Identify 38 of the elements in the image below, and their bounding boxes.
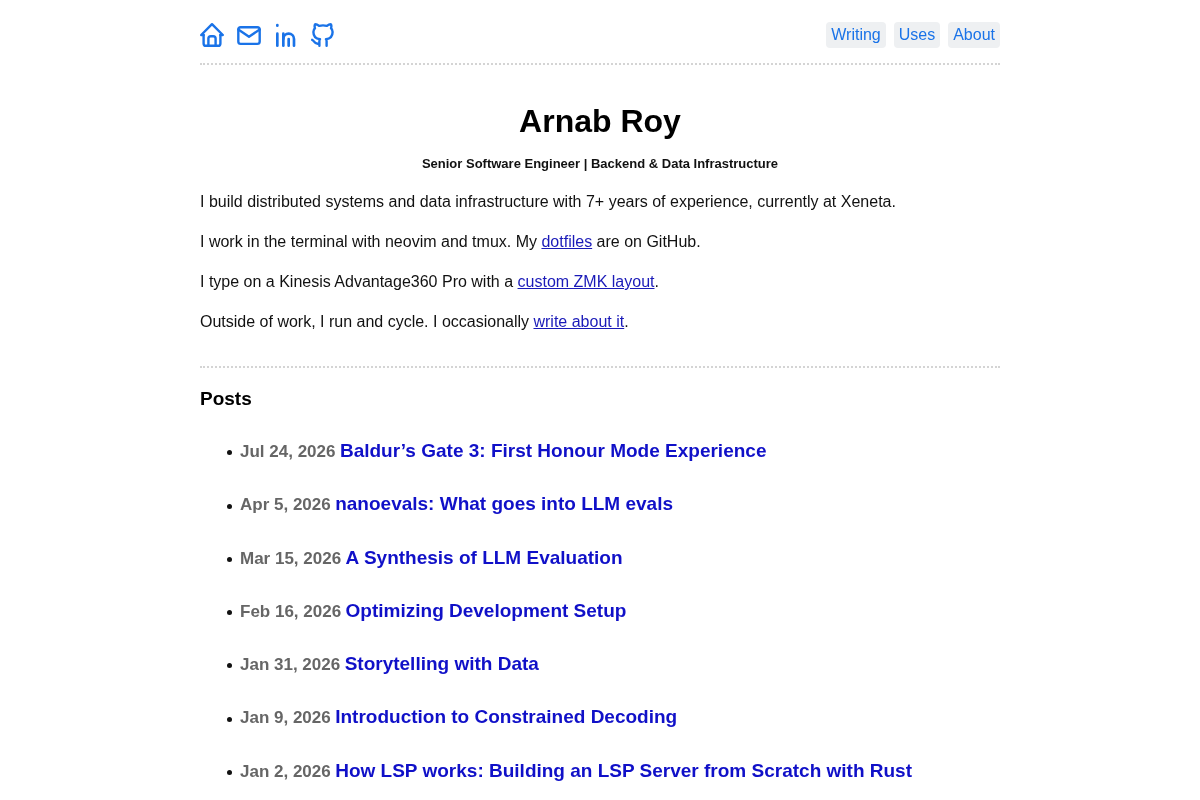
post-link[interactable]: nanoevals: What goes into LLM evals bbox=[335, 493, 674, 515]
nav-link[interactable]: About bbox=[948, 22, 1000, 48]
bullet-icon bbox=[227, 450, 232, 456]
bullet-icon bbox=[227, 556, 232, 562]
page-title: Arnab Roy bbox=[518, 102, 682, 141]
intro-paragraph: I build distributed systems and data infrastructure with 7+ years of experience, currently at Xeneta. bbox=[200, 192, 896, 212]
post-link[interactable]: Introduction to Constrained Decoding bbox=[335, 706, 678, 728]
inline-link[interactable]: custom ZMK layout bbox=[517, 273, 655, 290]
post-date: Apr 5, 2026 bbox=[240, 495, 331, 515]
post-date: Feb 16, 2026 bbox=[240, 601, 342, 621]
nav-link[interactable]: Uses bbox=[893, 22, 941, 48]
bullet-icon bbox=[227, 503, 232, 509]
intro-paragraph: Outside of work, I run and cycle. I occasionally write about it. bbox=[200, 312, 629, 332]
post-date: Jan 31, 2026 bbox=[240, 655, 341, 675]
nav-link[interactable]: Writing bbox=[826, 22, 886, 48]
post-date: Jan 9, 2026 bbox=[240, 708, 331, 728]
bullet-icon bbox=[227, 663, 232, 669]
post-link[interactable]: Optimizing Development Setup bbox=[345, 599, 627, 621]
post-date: Jan 2, 2026 bbox=[240, 761, 331, 781]
bullet-icon bbox=[227, 716, 232, 722]
bullet-icon bbox=[227, 770, 232, 776]
post-link[interactable]: A Synthesis of LLM Evaluation bbox=[345, 546, 623, 568]
mail-icon[interactable] bbox=[237, 25, 261, 45]
github-icon[interactable] bbox=[311, 23, 335, 47]
post-date: Mar 15, 2026 bbox=[240, 548, 342, 568]
tagline: Senior Software Engineer | Backend & Data Infrastructure bbox=[421, 155, 779, 173]
inline-link[interactable]: write about it bbox=[533, 313, 625, 330]
intro-paragraph: I type on a Kinesis Advantage360 Pro with a custom ZMK layout. bbox=[200, 272, 659, 292]
post-link[interactable]: Storytelling with Data bbox=[344, 653, 539, 675]
intro-paragraph: I work in the terminal with neovim and tmux. My dotfiles are on GitHub. bbox=[200, 232, 701, 252]
post-link[interactable]: How LSP works: Building an LSP Server from Scratch with Rust bbox=[335, 759, 912, 781]
bullet-icon bbox=[227, 610, 232, 616]
inline-link[interactable]: dotfiles bbox=[541, 233, 593, 250]
section-heading: Posts bbox=[200, 387, 252, 411]
home-icon[interactable] bbox=[200, 23, 224, 47]
post-date: Jul 24, 2026 bbox=[240, 442, 336, 461]
post-link[interactable]: Baldur’s Gate 3: First Honour Mode Experience bbox=[339, 440, 767, 461]
linkedin-icon[interactable] bbox=[274, 23, 298, 47]
